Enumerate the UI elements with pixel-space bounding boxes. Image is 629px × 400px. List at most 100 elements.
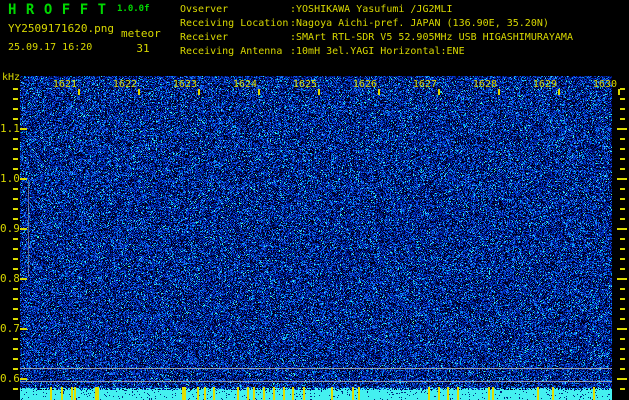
freq-minor-tick-right <box>620 218 625 220</box>
time-minute-tick <box>78 89 80 95</box>
freq-axis-label: 0.9 <box>0 222 20 235</box>
session-datetime: 25.09.17 16:20 <box>8 42 93 53</box>
freq-minor-tick <box>13 308 18 310</box>
meteor-echo-mark <box>71 387 73 400</box>
time-axis-label: 1622 <box>112 79 137 90</box>
freq-axis-label: 0.6 <box>0 372 20 385</box>
meteor-echo-mark <box>352 387 354 400</box>
freq-minor-tick <box>13 108 18 110</box>
meteor-echo-mark <box>213 387 215 400</box>
reference-line-lower <box>20 381 612 382</box>
station-info-label: Receiver <box>180 32 229 43</box>
meteor-echo-mark <box>273 387 275 400</box>
time-axis-label: 1630 <box>592 79 617 90</box>
meteor-echo-mark <box>253 387 255 400</box>
freq-minor-tick <box>13 388 18 390</box>
freq-minor-tick-right <box>620 308 625 310</box>
freq-minor-tick-right <box>620 258 625 260</box>
freq-minor-tick-right <box>620 108 625 110</box>
freq-minor-tick-right <box>620 358 625 360</box>
meteor-echo-mark <box>50 387 52 400</box>
freq-minor-tick <box>13 248 18 250</box>
time-minute-tick <box>258 89 260 95</box>
freq-minor-tick <box>13 258 18 260</box>
time-axis-label: 1623 <box>172 79 197 90</box>
station-info-value: :YOSHIKAWA Yasufumi /JG2MLI <box>290 4 453 15</box>
freq-major-tick <box>20 328 27 330</box>
meteor-echo-mark <box>184 387 186 400</box>
time-axis-label: 1625 <box>292 79 317 90</box>
freq-minor-tick <box>13 138 18 140</box>
meteor-echo-mark <box>457 387 459 400</box>
freq-minor-tick <box>13 238 18 240</box>
freq-minor-tick-right <box>620 208 625 210</box>
freq-minor-tick-right <box>620 348 625 350</box>
freq-minor-tick-right <box>620 148 625 150</box>
freq-minor-tick-right <box>620 268 625 270</box>
freq-minor-tick <box>13 338 18 340</box>
app-version: 1.0.0f <box>117 4 150 14</box>
meteor-echo-mark <box>331 387 333 400</box>
freq-minor-tick <box>13 368 18 370</box>
freq-minor-tick <box>13 218 18 220</box>
freq-minor-tick <box>13 318 18 320</box>
freq-major-tick <box>20 128 27 130</box>
freq-minor-tick <box>13 208 18 210</box>
app-title: HROFFT <box>8 2 116 18</box>
station-info-block: Ovserver:YOSHIKAWA Yasufumi /JG2MLI Recei… <box>180 3 573 59</box>
meteor-echo-mark <box>204 387 206 400</box>
left-edge-trace <box>28 180 29 277</box>
meteor-echo-mark <box>593 387 595 400</box>
time-axis-label: 1624 <box>232 79 257 90</box>
freq-minor-tick-right <box>620 368 625 370</box>
freq-major-tick-right <box>617 328 627 330</box>
meteor-echo-mark <box>358 387 360 400</box>
freq-minor-tick-right <box>620 288 625 290</box>
freq-major-tick-right <box>617 178 627 180</box>
meteor-echo-mark <box>97 387 99 400</box>
freq-minor-tick <box>13 348 18 350</box>
station-info-value: :SMArt RTL-SDR V5 52.905MHz USB HIGASHIM… <box>290 32 573 43</box>
meteor-echo-mark <box>492 387 494 400</box>
station-info-value: :10mH 3el.YAGI Horizontal:ENE <box>290 46 465 57</box>
freq-minor-tick <box>13 188 18 190</box>
reference-line-upper <box>20 368 612 369</box>
freq-minor-tick <box>13 168 18 170</box>
station-info-label: Receiving Location <box>180 18 289 29</box>
freq-major-tick-right <box>617 128 627 130</box>
meteor-echo-mark <box>303 387 305 400</box>
station-info-value: :Nagoya Aichi-pref. JAPAN (136.90E, 35.2… <box>290 18 549 29</box>
freq-axis-label: 1.1 <box>0 122 20 135</box>
station-info-line: Receiving Antenna:10mH 3el.YAGI Horizont… <box>180 45 573 59</box>
freq-minor-tick <box>13 98 18 100</box>
time-minute-tick <box>138 89 140 95</box>
freq-minor-tick-right <box>620 138 625 140</box>
freq-minor-tick-right <box>620 98 625 100</box>
time-axis-label: 1628 <box>472 79 497 90</box>
freq-minor-tick-right <box>620 198 625 200</box>
freq-minor-tick <box>13 148 18 150</box>
freq-minor-tick <box>13 358 18 360</box>
freq-minor-tick-right <box>620 238 625 240</box>
freq-minor-tick-right <box>620 248 625 250</box>
freq-major-tick <box>20 278 27 280</box>
time-axis-label: 1626 <box>352 79 377 90</box>
meteor-counter-label: meteor <box>121 27 161 40</box>
time-minute-tick <box>378 89 380 95</box>
time-minute-tick <box>558 89 560 95</box>
meteor-echo-mark <box>74 387 76 400</box>
freq-minor-tick <box>13 118 18 120</box>
freq-minor-tick-right <box>620 168 625 170</box>
meteor-echo-mark <box>283 387 285 400</box>
freq-minor-tick <box>13 288 18 290</box>
meteor-echo-mark <box>263 387 265 400</box>
meteor-echo-mark <box>197 387 199 400</box>
meteor-echo-mark <box>537 387 539 400</box>
freq-major-tick-right <box>617 378 627 380</box>
station-info-line: Receiving Location:Nagoya Aichi-pref. JA… <box>180 17 573 31</box>
station-info-line: Receiver :SMArt RTL-SDR V5 52.905MHz USB … <box>180 31 573 45</box>
meteor-echo-mark <box>438 387 440 400</box>
meteor-echo-mark <box>552 387 554 400</box>
time-axis-label: 1629 <box>532 79 557 90</box>
meteor-echo-mark <box>447 387 449 400</box>
